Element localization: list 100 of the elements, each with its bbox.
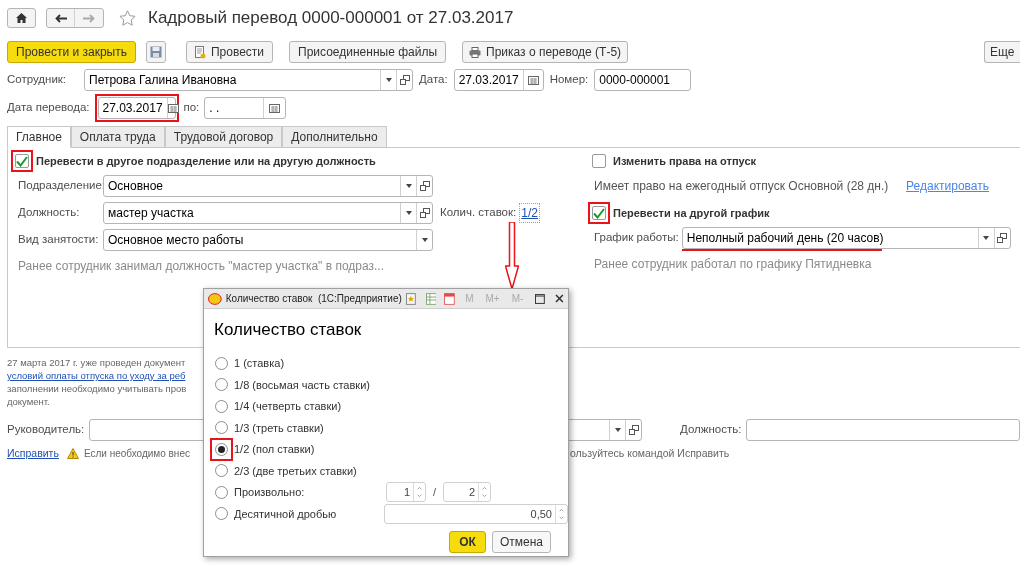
field-label: Руководитель: bbox=[7, 422, 85, 438]
dialog-title: Количество ставок (1С:Предприятие) bbox=[225, 292, 402, 306]
save-button[interactable] bbox=[145, 41, 166, 63]
previous-schedule-note: Ранее сотрудник работал по графику Пятидневка bbox=[594, 256, 873, 273]
checkbox-label: Изменить права на отпуск bbox=[613, 153, 756, 169]
bookmark-icon[interactable] bbox=[405, 292, 416, 305]
star-icon[interactable] bbox=[119, 10, 136, 26]
home-icon bbox=[16, 13, 27, 23]
field-label: График работы: bbox=[594, 230, 679, 246]
dialog-heading: Количество ставок bbox=[214, 319, 363, 341]
number-field[interactable]: 0000-000001 bbox=[594, 69, 692, 91]
edit-link[interactable]: Редактировать bbox=[906, 177, 989, 195]
number-field[interactable]: 1 bbox=[386, 482, 426, 503]
back-arrow-icon bbox=[54, 13, 67, 23]
previous-position-note: Ранее сотрудник занимал должность "мастер участка" в подраз... bbox=[18, 258, 386, 275]
calendar-icon[interactable] bbox=[167, 103, 179, 113]
post-button[interactable]: Провести bbox=[185, 41, 274, 63]
maximize-icon[interactable] bbox=[535, 293, 546, 304]
radio-label: Десятичной дробью bbox=[234, 506, 338, 522]
radio-button[interactable] bbox=[215, 485, 228, 499]
tab[interactable]: Дополнительно bbox=[282, 126, 387, 148]
attached-files-button[interactable]: Присоединенные файлы bbox=[289, 41, 447, 63]
window-title: Кадровый перевод 0000-000001 от 27.03.2017 bbox=[148, 7, 514, 30]
dropdown-arrow-icon[interactable] bbox=[385, 78, 392, 82]
end-date-field[interactable]: . . bbox=[204, 97, 287, 119]
rate-link[interactable]: 1/2 bbox=[519, 203, 540, 223]
table-icon[interactable] bbox=[425, 292, 437, 305]
transfer-date-field[interactable]: 27.03.2017 bbox=[97, 97, 176, 119]
radio-button[interactable] bbox=[215, 399, 228, 413]
calendar-icon[interactable] bbox=[527, 75, 539, 85]
open-window-icon[interactable] bbox=[628, 425, 639, 435]
field-label: Дата: bbox=[419, 72, 448, 88]
dropdown-arrow-icon[interactable] bbox=[614, 428, 621, 432]
home-button[interactable] bbox=[7, 8, 36, 28]
post-and-close-button[interactable]: Провести и закрыть bbox=[7, 41, 136, 63]
warning-text: Если необходимо внес bbox=[83, 447, 190, 462]
radio-label: 1/4 (четверть ставки) bbox=[234, 399, 343, 414]
document-icon bbox=[194, 45, 206, 59]
number-field[interactable]: 2 bbox=[443, 482, 492, 503]
dropdown-arrow-icon[interactable] bbox=[405, 184, 412, 188]
ok-button[interactable]: ОК bbox=[449, 530, 486, 553]
close-icon[interactable] bbox=[555, 294, 564, 303]
radio-button[interactable] bbox=[215, 421, 228, 435]
work-schedule-field[interactable]: Неполный рабочий день (20 часов) bbox=[681, 227, 1011, 249]
radio-button[interactable] bbox=[215, 464, 228, 478]
field-label: Должность: bbox=[680, 422, 742, 438]
dropdown-arrow-icon[interactable] bbox=[421, 238, 428, 242]
cancel-button[interactable]: Отмена bbox=[492, 530, 551, 553]
radio-button[interactable] bbox=[215, 442, 228, 456]
radio-label: 1/2 (пол ставки) bbox=[234, 442, 316, 457]
field-label: Вид занятости: bbox=[18, 232, 100, 248]
radio-label: Произвольно: bbox=[234, 485, 306, 500]
radio-label: 1 (ставка) bbox=[234, 356, 286, 371]
vacation-note: Имеет право на ежегодный отпуск Основной (28 дн.) bbox=[594, 178, 890, 195]
field-label: Дата перевода: bbox=[7, 100, 90, 116]
checkbox-label: Перевести на другой график bbox=[613, 205, 770, 221]
manager-position-field[interactable] bbox=[746, 419, 1020, 441]
more-button[interactable]: Еще bbox=[984, 41, 1020, 63]
radio-label: 2/3 (две третьих ставки) bbox=[234, 463, 358, 479]
date-field[interactable]: 27.03.2017 bbox=[453, 69, 544, 91]
field-label: Номер: bbox=[549, 72, 589, 88]
info-link[interactable]: условий оплаты отпуска по уходу за реб bbox=[7, 369, 186, 382]
printer-icon bbox=[469, 46, 482, 58]
fix-link[interactable]: Исправить bbox=[7, 446, 59, 462]
check-icon bbox=[593, 207, 605, 219]
check-icon bbox=[16, 155, 28, 167]
field-label: Сотрудник: bbox=[7, 72, 68, 88]
calendar-icon[interactable] bbox=[269, 103, 281, 113]
checkbox[interactable] bbox=[592, 154, 606, 168]
radio-label: 1/3 (треть ставки) bbox=[234, 420, 325, 436]
radio-button[interactable] bbox=[215, 507, 228, 521]
radio-button[interactable] bbox=[215, 378, 228, 392]
department-field[interactable]: Основное bbox=[103, 175, 433, 197]
warning-icon bbox=[66, 448, 79, 460]
forward-arrow-icon bbox=[83, 13, 95, 23]
open-window-icon[interactable] bbox=[997, 233, 1008, 243]
warning-text: ользуйтесь командой Исправить bbox=[570, 446, 730, 461]
radio-button[interactable] bbox=[215, 356, 228, 370]
dropdown-arrow-icon[interactable] bbox=[405, 211, 412, 215]
open-window-icon[interactable] bbox=[419, 181, 430, 191]
tab[interactable]: Главное bbox=[7, 126, 71, 148]
open-window-icon[interactable] bbox=[419, 208, 430, 218]
info-text: 27 марта 2017 г. уже проведен документ bbox=[7, 356, 186, 369]
tab[interactable]: Оплата труда bbox=[70, 126, 165, 148]
fraction-slash: / bbox=[433, 485, 437, 500]
print-order-button[interactable]: Приказ о переводе (Т-5) bbox=[462, 41, 629, 63]
field-label: Колич. ставок: bbox=[440, 205, 517, 221]
employee-field[interactable]: Петрова Галина Ивановна bbox=[84, 69, 413, 91]
info-text: заполнении необходимо учитывать пров bbox=[7, 382, 187, 395]
open-window-icon[interactable] bbox=[399, 75, 410, 85]
position-field[interactable]: мастер участка bbox=[103, 202, 433, 224]
calendar-icon[interactable] bbox=[444, 292, 456, 305]
info-text: документ. bbox=[7, 395, 50, 408]
dropdown-arrow-icon[interactable] bbox=[983, 236, 990, 240]
number-field[interactable]: 0,50 bbox=[384, 503, 568, 524]
tab[interactable]: Трудовой договор bbox=[164, 126, 283, 148]
field-label: Должность: bbox=[18, 205, 81, 221]
employment-type-field[interactable]: Основное место работы bbox=[103, 229, 433, 251]
checkbox-label: Перевести в другое подразделение или на другую должность bbox=[36, 153, 376, 169]
app-logo-icon bbox=[208, 292, 222, 305]
